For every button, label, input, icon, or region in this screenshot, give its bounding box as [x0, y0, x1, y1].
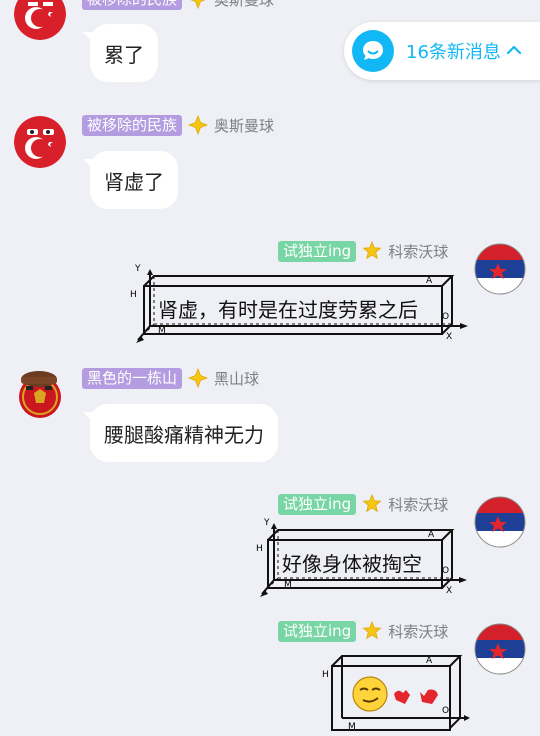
avatar-ottoman[interactable] [14, 116, 66, 168]
message-bubble[interactable]: 累了 [90, 24, 158, 82]
boxed-message[interactable]: H A O M [318, 648, 470, 736]
serbia-ball-icon [474, 243, 526, 295]
star-badge-icon [362, 494, 382, 513]
message-text: 腰腿酸痛精神无力 [104, 422, 264, 447]
star-badge-icon [190, 0, 206, 9]
avatar-kosovo[interactable] [474, 623, 526, 675]
emoji-icon [352, 676, 388, 712]
axis-label: O [442, 706, 450, 716]
broken-heart-icon [394, 689, 438, 704]
star-badge-icon [362, 241, 382, 260]
member-title: 科索沃球 [388, 495, 449, 514]
serbia-ball-icon [474, 623, 526, 675]
axis-label: H [130, 290, 137, 300]
member-tag: 试独立ing [278, 493, 357, 515]
sender-meta: 试独立ing 科索沃球 [278, 493, 448, 515]
axis-label: M [348, 722, 356, 732]
axis-label: O [442, 312, 450, 322]
ottoman-ball-icon [14, 116, 66, 168]
new-messages-label: 16条新消息 [406, 42, 501, 63]
sender-meta: 被移除的民族 奥斯曼球 [82, 114, 274, 136]
sender-meta: 试独立ing 科索沃球 [278, 240, 448, 262]
axis-label: Y [264, 518, 270, 528]
axis-label: A [428, 530, 435, 540]
sender-meta: 试独立ing 科索沃球 [278, 620, 448, 642]
boxed-message[interactable]: Y H M A O X 好像身体被掏空 [256, 518, 470, 602]
avatar-kosovo[interactable] [474, 496, 526, 548]
axis-label: M [158, 326, 166, 336]
chat-bubble-icon [352, 30, 394, 72]
member-tag: 被移除的民族 [82, 114, 183, 136]
axis-label: H [256, 544, 263, 554]
message-bubble[interactable]: 肾虚了 [90, 151, 178, 209]
boxed-message[interactable]: Y H M A O X 肾虚，有时是在过度劳累之后 [130, 264, 470, 346]
star-badge-icon [362, 621, 382, 640]
sender-meta: 黑色的一栋山 黑山球 [82, 367, 259, 389]
message-text: 肾虚，有时是在过度劳累之后 [158, 298, 418, 322]
axis-label: A [426, 276, 433, 286]
ottoman-ball-icon [14, 0, 66, 40]
axis-label: X [446, 586, 453, 596]
axis-label: H [322, 670, 329, 680]
member-title: 科索沃球 [388, 242, 449, 261]
message-bubble[interactable]: 腰腿酸痛精神无力 [90, 404, 278, 462]
message-text: 累了 [104, 42, 144, 67]
avatar-ottoman[interactable] [14, 0, 66, 40]
serbia-ball-icon [474, 496, 526, 548]
member-title: 黑山球 [214, 369, 260, 388]
member-title: 奥斯曼球 [214, 116, 275, 135]
montenegro-ball-icon [19, 371, 61, 418]
member-title: 奥斯曼球 [214, 0, 274, 10]
member-tag: 被移除的民族 [82, 0, 183, 10]
axis-label: M [284, 580, 292, 590]
sender-meta: 被移除的民族 奥斯曼球 [82, 0, 274, 10]
axis-label: O [442, 566, 450, 576]
star-badge-icon [188, 115, 209, 135]
avatar-montenegro[interactable] [14, 367, 66, 419]
member-tag: 试独立ing [278, 240, 357, 262]
axis-label: X [446, 332, 453, 342]
member-tag: 黑色的一栋山 [82, 367, 183, 389]
axis-label: A [426, 656, 433, 666]
member-title: 科索沃球 [388, 622, 449, 641]
message-text: 肾虚了 [104, 169, 164, 194]
message-text: 好像身体被掏空 [282, 552, 422, 576]
chevron-up-icon[interactable] [506, 42, 522, 58]
avatar-kosovo[interactable] [474, 243, 526, 295]
star-badge-icon [188, 368, 209, 388]
member-tag: 试独立ing [278, 620, 357, 642]
axis-label: Y [135, 264, 141, 274]
new-messages-pill[interactable]: 16条新消息 [344, 22, 540, 80]
